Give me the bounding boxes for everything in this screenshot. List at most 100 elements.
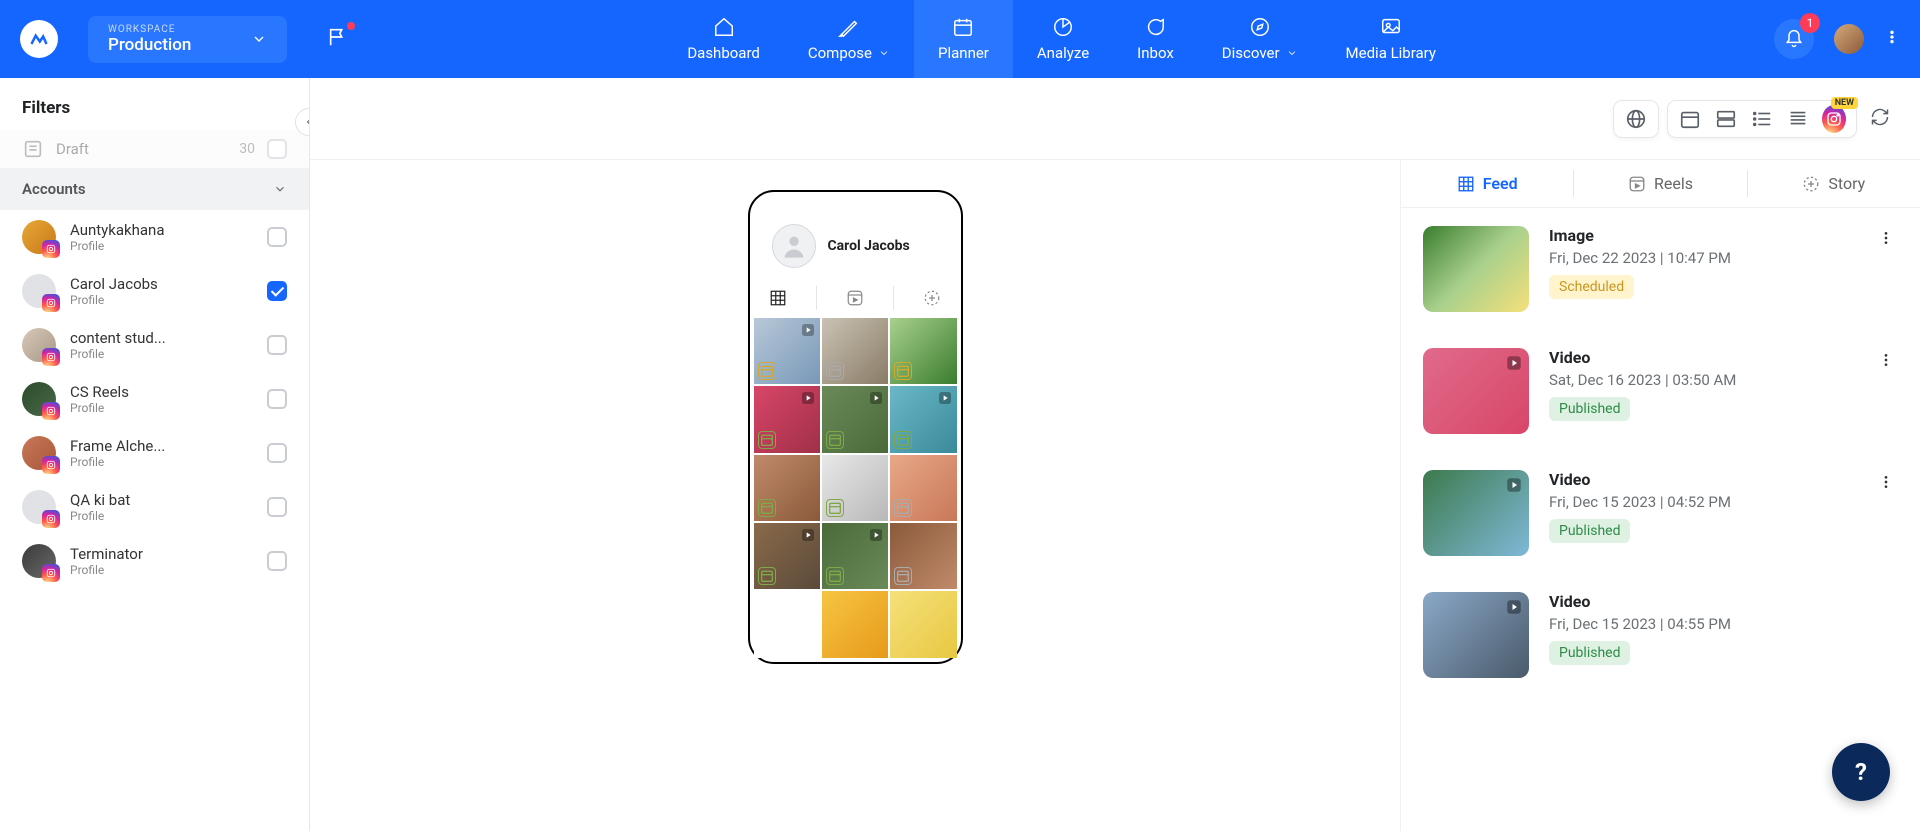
account-row[interactable]: CS Reels Profile xyxy=(0,372,309,426)
nav-inbox[interactable]: Inbox xyxy=(1113,0,1198,78)
layout-tool-group: NEW xyxy=(1668,101,1856,137)
grid-cell[interactable] xyxy=(822,386,888,452)
video-badge-icon xyxy=(1505,598,1523,616)
account-row[interactable]: Carol Jacobs Profile xyxy=(0,264,309,318)
filters-sidebar: Filters Draft 30 Accounts Auntykakhana P… xyxy=(0,78,310,831)
tab-story[interactable]: Story xyxy=(1748,160,1920,207)
kebab-icon xyxy=(1884,29,1900,45)
status-draft-row[interactable]: Draft 30 xyxy=(0,130,309,168)
account-checkbox[interactable] xyxy=(267,227,287,247)
grid-cell[interactable] xyxy=(890,455,956,521)
post-menu-button[interactable] xyxy=(1874,226,1898,254)
account-checkbox[interactable] xyxy=(267,281,287,301)
plus-circle-dashed-icon xyxy=(923,289,941,307)
grid-cell[interactable] xyxy=(754,591,820,657)
instagram-view-button[interactable]: NEW xyxy=(1822,107,1846,131)
calendar-view-button[interactable] xyxy=(1678,107,1702,131)
tab-label: Feed xyxy=(1483,174,1518,193)
grid-cell[interactable] xyxy=(890,318,956,384)
post-row[interactable]: Image Fri, Dec 22 2023 | 10:47 PM Schedu… xyxy=(1401,208,1920,330)
account-info: QA ki bat Profile xyxy=(70,491,253,523)
grid-cell[interactable] xyxy=(754,455,820,521)
tab-grid[interactable] xyxy=(766,286,790,310)
account-row[interactable]: Auntykakhana Profile xyxy=(0,210,309,264)
nav-compose[interactable]: Compose xyxy=(784,0,914,78)
nav-planner[interactable]: Planner xyxy=(914,0,1013,78)
chevron-down-icon xyxy=(251,31,267,47)
flag-button[interactable] xyxy=(327,26,349,52)
grid-cell[interactable] xyxy=(822,523,888,589)
post-menu-button[interactable] xyxy=(1874,470,1898,498)
account-avatar xyxy=(22,220,56,254)
account-sub: Profile xyxy=(70,293,253,307)
grid-cell[interactable] xyxy=(754,386,820,452)
account-checkbox[interactable] xyxy=(267,389,287,409)
account-checkbox[interactable] xyxy=(267,335,287,355)
account-sub: Profile xyxy=(70,455,253,469)
list-icon xyxy=(1751,108,1773,130)
grid-cell[interactable] xyxy=(890,523,956,589)
account-row[interactable]: Frame Alche... Profile xyxy=(0,426,309,480)
schedule-badge-icon xyxy=(758,362,776,380)
brand-logo[interactable] xyxy=(20,20,58,58)
account-checkbox[interactable] xyxy=(267,443,287,463)
grid-cell[interactable] xyxy=(822,455,888,521)
grid-cell[interactable] xyxy=(890,386,956,452)
account-avatar xyxy=(22,274,56,308)
plus-circle-dashed-icon xyxy=(1802,175,1820,193)
bell-icon xyxy=(1784,29,1804,49)
globe-button[interactable] xyxy=(1624,107,1648,131)
notifications-button[interactable]: 1 xyxy=(1774,19,1814,59)
list-view-button[interactable] xyxy=(1750,107,1774,131)
grid-cell[interactable] xyxy=(822,318,888,384)
account-row[interactable]: Terminator Profile xyxy=(0,534,309,588)
nav-label: Media Library xyxy=(1346,44,1436,62)
post-row[interactable]: Video Sat, Dec 16 2023 | 03:50 AM Publis… xyxy=(1401,330,1920,452)
post-row[interactable]: Video Fri, Dec 15 2023 | 04:55 PM Publis… xyxy=(1401,574,1920,696)
nav-label: Dashboard xyxy=(687,44,760,62)
person-icon xyxy=(780,232,808,260)
compact-view-button[interactable] xyxy=(1786,107,1810,131)
calendar-icon xyxy=(1679,108,1701,130)
account-checkbox[interactable] xyxy=(267,497,287,517)
tab-feed[interactable]: Feed xyxy=(1401,160,1573,207)
grid-cell[interactable] xyxy=(754,523,820,589)
nav-media-library[interactable]: Media Library xyxy=(1322,0,1460,78)
chevron-down-icon xyxy=(273,182,287,196)
grid-cell[interactable] xyxy=(890,591,956,657)
nav-discover[interactable]: Discover xyxy=(1198,0,1322,78)
grid-cell[interactable] xyxy=(822,591,888,657)
accounts-section-head[interactable]: Accounts xyxy=(0,168,309,210)
tab-add[interactable] xyxy=(920,286,944,310)
kebab-icon xyxy=(1878,352,1894,368)
tab-reels[interactable] xyxy=(843,286,867,310)
account-row[interactable]: content stud... Profile xyxy=(0,318,309,372)
post-menu-button[interactable] xyxy=(1874,348,1898,376)
nav-analyze[interactable]: Analyze xyxy=(1013,0,1113,78)
video-badge-icon xyxy=(800,390,816,406)
account-name: CS Reels xyxy=(70,383,253,401)
nav-label: Analyze xyxy=(1037,44,1089,62)
tab-reels[interactable]: Reels xyxy=(1574,160,1746,207)
schedule-badge-icon xyxy=(826,362,844,380)
post-row[interactable]: Video Fri, Dec 15 2023 | 04:52 PM Publis… xyxy=(1401,452,1920,574)
reels-icon xyxy=(1628,175,1646,193)
refresh-button[interactable] xyxy=(1870,107,1890,131)
account-row[interactable]: QA ki bat Profile xyxy=(0,480,309,534)
post-type: Video xyxy=(1549,592,1898,611)
nav-label: Compose xyxy=(808,44,872,62)
grid-cell[interactable] xyxy=(754,318,820,384)
workspace-selector[interactable]: WORKSPACE Production xyxy=(88,16,287,63)
post-date: Fri, Dec 15 2023 | 04:55 PM xyxy=(1549,615,1898,633)
post-date: Fri, Dec 22 2023 | 10:47 PM xyxy=(1549,249,1854,267)
user-avatar[interactable] xyxy=(1834,24,1864,54)
account-checkbox[interactable] xyxy=(267,551,287,571)
row-view-button[interactable] xyxy=(1714,107,1738,131)
menu-button[interactable] xyxy=(1884,29,1900,49)
nav-dashboard[interactable]: Dashboard xyxy=(663,0,784,78)
help-button[interactable]: ? xyxy=(1832,743,1890,801)
video-badge-icon xyxy=(800,322,816,338)
account-name: Carol Jacobs xyxy=(70,275,253,293)
status-checkbox[interactable] xyxy=(267,139,287,159)
tab-label: Story xyxy=(1828,174,1865,193)
